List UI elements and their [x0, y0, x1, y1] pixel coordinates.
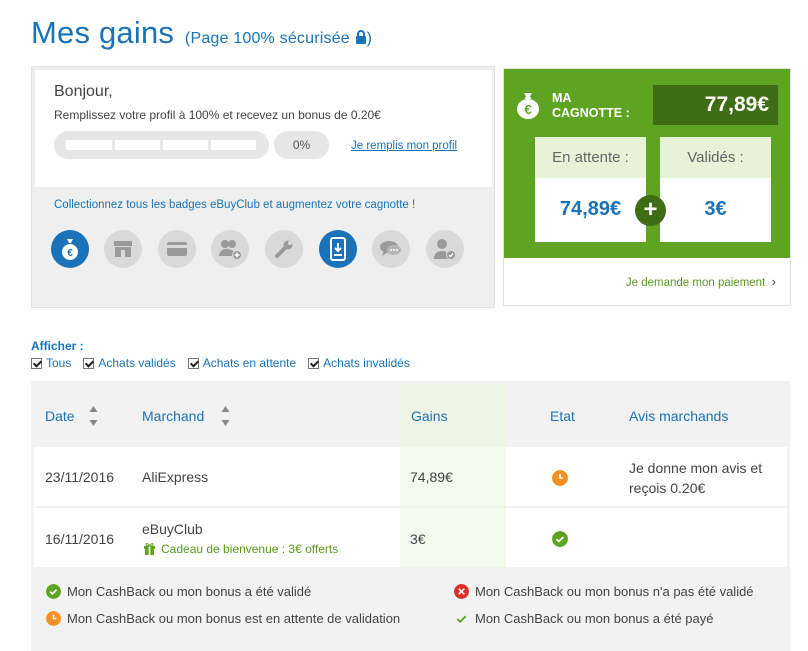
- filter-validated[interactable]: Achats validés: [83, 356, 176, 370]
- wrench-icon: [275, 240, 293, 258]
- cagnotte-title-line1: MA: [552, 91, 572, 105]
- filter-pending-label: Achats en attente: [202, 356, 297, 370]
- profile-top: Bonjour, Remplissez votre profil à 100% …: [35, 70, 492, 187]
- badge-verified-user[interactable]: [426, 230, 464, 268]
- pending-clock-icon: [552, 470, 568, 486]
- profile-card: Bonjour, Remplissez votre profil à 100% …: [31, 66, 495, 308]
- header-reviews: Avis marchands: [629, 408, 729, 424]
- checkbox-all[interactable]: [31, 357, 42, 369]
- badge-wrench[interactable]: [265, 230, 303, 268]
- header-gains: Gains: [411, 408, 448, 424]
- validated-box: Validés : 3€: [660, 137, 771, 242]
- cagnotte-panel: € MA CAGNOTTE : 77,89€ En attente : 74,8…: [504, 69, 790, 258]
- filter-validated-label: Achats validés: [98, 356, 176, 370]
- validated-value: 3€: [704, 198, 727, 220]
- legend-pending-text: Mon CashBack ou mon bonus est en attente…: [67, 611, 401, 626]
- request-payment-link[interactable]: Je demande mon paiement ›: [626, 274, 776, 289]
- badge-add-user[interactable]: [211, 230, 249, 268]
- row-gains: 3€: [410, 531, 426, 547]
- validated-check-icon: [46, 584, 61, 599]
- pending-label: En attente :: [535, 137, 646, 178]
- chat-icon: [380, 241, 401, 256]
- request-payment-label: Je demande mon paiement: [625, 277, 766, 289]
- profile-promo-text: Remplissez votre profil à 100% et receve…: [54, 108, 381, 122]
- secure-note-end: ): [366, 30, 373, 47]
- greeting: Bonjour,: [54, 83, 113, 100]
- lock-icon: [355, 30, 366, 44]
- filter-all-label: Tous: [46, 356, 72, 370]
- sort-merchant-icon[interactable]: [221, 405, 230, 427]
- pending-clock-icon: [46, 611, 61, 626]
- row-date: 16/11/2016: [45, 531, 115, 547]
- table-row: 16/11/2016 eBuyClub Cadeau de bienvenue …: [34, 508, 787, 567]
- validated-check-icon: [552, 531, 568, 547]
- review-link[interactable]: Je donne mon avis et reçois 0.20€: [629, 458, 779, 498]
- pending-value: 74,89€: [559, 198, 622, 220]
- badge-mobile-app[interactable]: [319, 230, 357, 268]
- checkbox-pending[interactable]: [187, 357, 199, 369]
- row-merchant: eBuyClub: [142, 521, 203, 537]
- paid-check-icon: [456, 615, 467, 624]
- badge-shop[interactable]: [104, 230, 142, 268]
- filter-invalid-label: Achats invalidés: [323, 356, 410, 370]
- badge-euro-bag[interactable]: €: [51, 230, 89, 268]
- add-user-icon: [219, 240, 242, 260]
- sort-date-icon[interactable]: [89, 405, 98, 427]
- filter-pending[interactable]: Achats en attente: [187, 356, 297, 370]
- legend-invalid: Mon CashBack ou mon bonus n'a pas été va…: [454, 584, 754, 599]
- cagnotte-title-line2: CAGNOTTE :: [552, 106, 630, 120]
- page-title-text: Mes gains: [31, 15, 175, 50]
- badges-text: Collectionnez tous les badges eBuyClub e…: [54, 199, 416, 211]
- verified-user-icon: [434, 239, 456, 260]
- row-merchant: AliExpress: [142, 469, 209, 485]
- header-date[interactable]: Date: [45, 408, 75, 424]
- plus-icon: +: [635, 195, 666, 226]
- legend-paid-text: Mon CashBack ou mon bonus a été payé: [475, 611, 714, 626]
- gift-icon: [144, 543, 155, 555]
- welcome-gift-text: Cadeau de bienvenue : 3€ offerts: [161, 542, 339, 556]
- profile-progress-bar: [54, 131, 269, 159]
- filter-label: Afficher :: [31, 339, 84, 353]
- chevron-right-icon: ›: [771, 274, 776, 289]
- badge-chat[interactable]: [372, 230, 410, 268]
- legend-invalid-text: Mon CashBack ou mon bonus n'a pas été va…: [475, 584, 754, 599]
- invalid-cross-icon: [454, 584, 469, 599]
- profile-progress-percent: 0%: [274, 131, 329, 159]
- page-title: Mes gains (Page 100% sécurisée ): [31, 15, 372, 51]
- cagnotte-title: MA CAGNOTTE :: [552, 91, 630, 121]
- earnings-table: Date Marchand Gains Etat Avis marchands …: [31, 381, 790, 651]
- cagnotte-card: € MA CAGNOTTE : 77,89€ En attente : 74,8…: [503, 68, 791, 306]
- filter-invalid[interactable]: Achats invalidés: [308, 356, 410, 370]
- credit-card-icon: [167, 242, 187, 256]
- row-gains: 74,89€: [410, 469, 453, 485]
- cagnotte-total: 77,89€: [653, 85, 778, 125]
- checkbox-invalid[interactable]: [308, 357, 320, 369]
- legend-paid: Mon CashBack ou mon bonus a été payé: [454, 611, 713, 626]
- legend-validated-text: Mon CashBack ou mon bonus a été validé: [67, 584, 312, 599]
- validated-label: Validés :: [660, 137, 771, 178]
- shop-icon: [114, 241, 132, 257]
- checkbox-validated[interactable]: [83, 357, 95, 369]
- badge-credit-card[interactable]: [158, 230, 196, 268]
- pending-box: En attente : 74,89€: [535, 137, 646, 242]
- svg-text:€: €: [67, 248, 73, 259]
- legend-pending: Mon CashBack ou mon bonus est en attente…: [46, 611, 400, 626]
- secure-note-text: (Page 100% sécurisée: [184, 30, 350, 47]
- mobile-app-icon: [330, 237, 346, 261]
- header-merchant[interactable]: Marchand: [142, 408, 204, 424]
- secure-note: (Page 100% sécurisée ): [185, 30, 372, 47]
- money-bag-icon: €: [517, 93, 539, 119]
- euro-bag-icon: €: [62, 239, 78, 260]
- header-state: Etat: [550, 408, 575, 424]
- table-row: 23/11/2016 AliExpress 74,89€ Je donne mo…: [34, 447, 787, 506]
- row-date: 23/11/2016: [45, 469, 115, 485]
- filter-group: Tous Achats validés Achats en attente Ac…: [31, 356, 422, 370]
- filter-all[interactable]: Tous: [31, 356, 71, 370]
- svg-text:€: €: [524, 102, 531, 117]
- legend-validated: Mon CashBack ou mon bonus a été validé: [46, 584, 311, 599]
- fill-profile-link[interactable]: Je remplis mon profil: [351, 140, 457, 152]
